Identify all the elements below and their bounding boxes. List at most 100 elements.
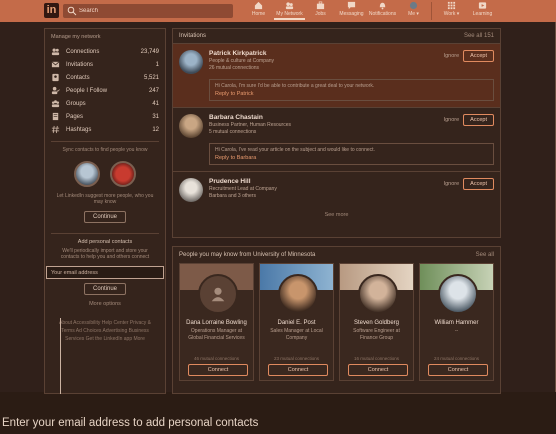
inviter-name[interactable]: Barbara Chastain	[209, 114, 444, 121]
ignore-button[interactable]: Ignore	[444, 117, 460, 123]
grid-icon	[447, 1, 456, 10]
accept-button[interactable]: Accept	[463, 178, 494, 190]
sidebar-item-people-i-follow[interactable]: People I Follow 247	[45, 84, 165, 97]
pages-icon	[52, 112, 59, 121]
sidebar-item-connections[interactable]: Connections 23,749	[45, 45, 165, 58]
suggest-more-text: Let LinkedIn suggest more people, who yo…	[56, 193, 154, 205]
nav-learning[interactable]: Learning	[467, 1, 498, 20]
avatar	[74, 161, 100, 187]
mutual-connections: 24 mutual connections	[433, 356, 480, 361]
nav-work[interactable]: Work ▾	[436, 1, 467, 20]
divider	[51, 233, 159, 234]
avatar[interactable]	[438, 274, 478, 314]
nav-home[interactable]: Home	[243, 1, 274, 20]
avatar[interactable]	[179, 50, 203, 74]
avatar	[110, 161, 136, 187]
sidebar-item-groups[interactable]: Groups 41	[45, 97, 165, 110]
avatar[interactable]	[179, 114, 203, 138]
see-more-link[interactable]: See more	[179, 202, 494, 218]
avatar-icon	[409, 1, 418, 10]
connect-button[interactable]: Connect	[428, 364, 488, 376]
search-input[interactable]	[77, 8, 207, 14]
footer-links[interactable]: About Accessibility Help Center Privacy …	[45, 319, 165, 343]
suggestion-card[interactable]: William Hammer -- 24 mutual connections …	[419, 263, 494, 381]
nav-messaging[interactable]: Messaging	[336, 1, 367, 20]
home-icon	[254, 1, 263, 10]
invitation-item: Barbara Chastain Business Partner, Human…	[173, 108, 500, 172]
suggestion-card[interactable]: Daniel E. Post Sales Manager at Local Co…	[259, 263, 334, 381]
add-personal-contacts-title: Add personal contacts	[77, 239, 133, 245]
avatar[interactable]	[358, 274, 398, 314]
nav-me[interactable]: Me ▾	[398, 1, 429, 20]
sidebar-item-label: Invitations	[66, 61, 94, 68]
linkedin-logo[interactable]: in	[44, 3, 59, 18]
accept-button[interactable]: Accept	[463, 114, 494, 126]
sidebar-item-contacts[interactable]: Contacts 5,521	[45, 71, 165, 84]
search-icon	[67, 6, 77, 16]
invitation-item: Prudence Hill Recruitment Lead at Compan…	[173, 172, 500, 224]
search-box[interactable]	[63, 4, 233, 18]
main-nav: Home My Network Jobs Messaging Notificat…	[243, 1, 498, 20]
nav-label: My Network	[276, 11, 303, 17]
mutual-connections[interactable]: 26 mutual connections	[209, 65, 444, 71]
connect-button[interactable]: Connect	[268, 364, 328, 376]
nav-notifications[interactable]: Notifications	[367, 1, 398, 20]
continue-button[interactable]: Continue	[83, 211, 127, 223]
suggestion-card[interactable]: Steven Goldberg Software Engineer at Fin…	[339, 263, 414, 381]
sync-contacts-text: Sync contacts to find people you know	[62, 147, 148, 153]
sidebar-item-pages[interactable]: Pages 31	[45, 110, 165, 123]
nav-label: Me ▾	[408, 11, 419, 17]
manage-network-sidebar: Manage my network Connections 23,749 Inv…	[44, 28, 166, 394]
sidebar-item-label: People I Follow	[66, 87, 108, 94]
sidebar-item-count: 31	[152, 113, 159, 120]
sidebar-item-hashtags[interactable]: Hashtags 12	[45, 123, 165, 136]
mutual-connections[interactable]: Barbara and 3 others	[209, 193, 444, 199]
sidebar-item-label: Groups	[66, 100, 86, 107]
default-person-icon	[211, 287, 225, 302]
invitations-title: Invitations	[179, 33, 207, 39]
reply-link[interactable]: Reply to Patrick	[215, 91, 488, 97]
person-name[interactable]: Dana Lorraine Bowling	[180, 320, 253, 326]
inviter-name[interactable]: Prudence Hill	[209, 178, 444, 185]
sidebar-title: Manage my network	[51, 34, 101, 40]
sidebar-item-invitations[interactable]: Invitations 1	[45, 58, 165, 71]
briefcase-icon	[316, 1, 325, 10]
groups-icon	[51, 100, 60, 108]
reply-link[interactable]: Reply to Barbara	[215, 155, 488, 161]
avatar[interactable]	[179, 178, 203, 202]
sidebar-item-label: Connections	[66, 48, 100, 55]
avatar[interactable]	[278, 274, 318, 314]
suggestion-cards: Dana Lorraine Bowling Operations Manager…	[173, 263, 500, 381]
more-options-link[interactable]: More options	[45, 301, 165, 307]
inviter-name[interactable]: Patrick Kirkpatrick	[209, 50, 444, 57]
nav-label: Notifications	[368, 11, 397, 17]
nav-my-network[interactable]: My Network	[274, 1, 305, 20]
invitation-message: Hi Carola, I've read your article on the…	[209, 143, 494, 165]
mutual-connections: 46 mutual connections	[193, 356, 240, 361]
accept-button[interactable]: Accept	[463, 50, 494, 62]
mutual-connections[interactable]: 5 mutual connections	[209, 129, 444, 135]
connect-button[interactable]: Connect	[348, 364, 408, 376]
divider	[51, 141, 159, 142]
pymk-title: People you may know from University of M…	[179, 252, 316, 258]
nav-jobs[interactable]: Jobs	[305, 1, 336, 20]
suggestion-card[interactable]: Dana Lorraine Bowling Operations Manager…	[179, 263, 254, 381]
ignore-button[interactable]: Ignore	[444, 181, 460, 187]
nav-label: Learning	[472, 11, 493, 17]
continue-contacts-button[interactable]: Continue	[83, 283, 127, 295]
sidebar-item-label: Hashtags	[66, 126, 92, 133]
people-you-may-know-card: People you may know from University of M…	[172, 246, 501, 394]
sidebar-item-count: 1	[155, 61, 159, 68]
avatar[interactable]	[198, 274, 238, 314]
sidebar-item-count: 41	[152, 100, 159, 107]
app-frame: in Home My Network Jobs Messaging	[0, 0, 556, 394]
see-all-invitations-link[interactable]: See all 151	[464, 33, 494, 39]
person-check-icon	[51, 86, 60, 95]
email-field[interactable]	[46, 266, 164, 279]
invitations-card: Invitations See all 151 Patrick Kirkpatr…	[172, 28, 501, 238]
connect-button[interactable]: Connect	[188, 364, 248, 376]
ignore-button[interactable]: Ignore	[444, 53, 460, 59]
invitation-message: Hi Carola, I'm sure I'd be able to contr…	[209, 79, 494, 101]
person-title: --	[454, 328, 459, 334]
see-all-link[interactable]: See all	[476, 252, 494, 258]
